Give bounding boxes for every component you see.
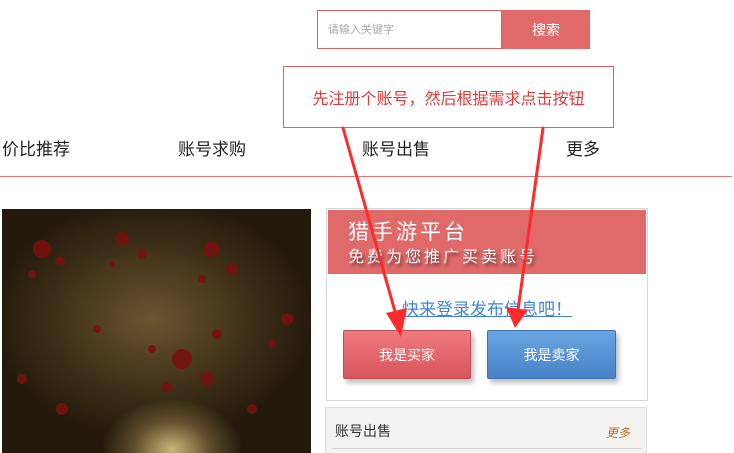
search-box <box>317 10 502 49</box>
search-input[interactable] <box>318 11 501 48</box>
nav-divider <box>0 176 732 177</box>
seller-button[interactable]: 我是卖家 <box>487 330 616 379</box>
hero-image[interactable] <box>2 209 311 453</box>
nav-item-wanted-accounts[interactable]: 账号求购 <box>178 135 246 160</box>
buyer-button[interactable]: 我是买家 <box>343 330 471 379</box>
promo-subtitle: 免费为您推广买卖账号 <box>348 247 539 266</box>
hero-artwork <box>17 232 293 415</box>
accounts-for-sale-title: 账号出售 <box>335 424 391 440</box>
accounts-for-sale-more-link[interactable]: 更多 <box>606 424 630 441</box>
search-button[interactable]: 搜索 <box>502 10 590 49</box>
annotation-callout: 先注册个账号，然后根据需求点击按钮 <box>283 66 614 128</box>
accounts-for-sale-panel: 账号出售 更多 <box>325 407 647 453</box>
panel-divider <box>332 448 642 449</box>
annotation-text: 先注册个账号，然后根据需求点击按钮 <box>312 89 585 108</box>
nav-item-more[interactable]: 更多 <box>566 135 600 160</box>
nav-item-accounts-for-sale[interactable]: 账号出售 <box>362 135 430 160</box>
promo-banner: 猎手游平台 免费为您推广买卖账号 <box>328 210 646 274</box>
nav-item-value-picks[interactable]: 价比推荐 <box>2 135 70 160</box>
page: 搜索 先注册个账号，然后根据需求点击按钮 价比推荐 账号求购 账号出售 更多 猎… <box>0 0 734 453</box>
login-prompt-link[interactable]: 快来登录发布信息吧！ <box>327 295 647 320</box>
promo-card: 猎手游平台 免费为您推广买卖账号 快来登录发布信息吧！ 我是买家 我是卖家 <box>326 208 648 401</box>
promo-title: 猎手游平台 <box>348 220 468 244</box>
